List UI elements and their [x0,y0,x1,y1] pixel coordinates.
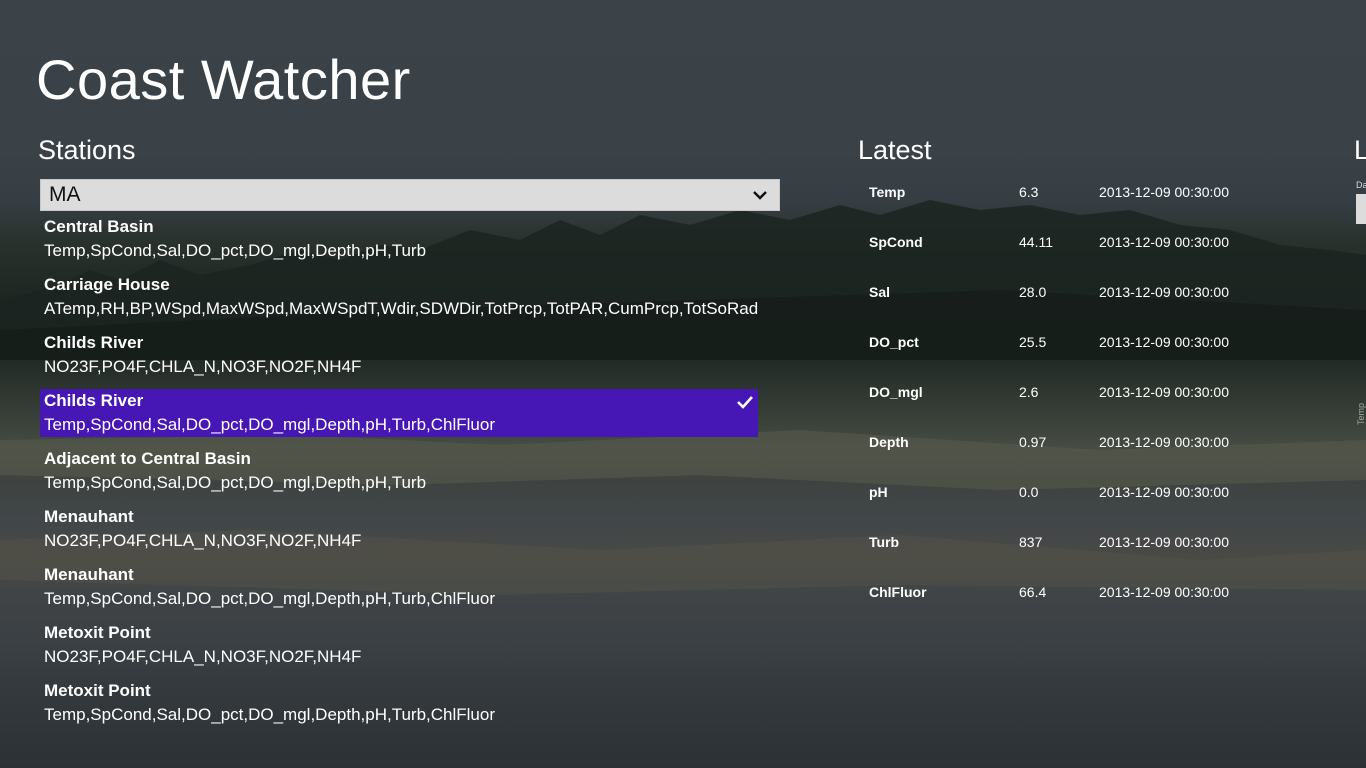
station-name: Carriage House [44,275,170,294]
param-timestamp: 2013-12-09 00:30:00 [1099,234,1229,250]
param-timestamp: 2013-12-09 00:30:00 [1099,534,1229,550]
station-name: Childs River [44,333,144,352]
param-timestamp: 2013-12-09 00:30:00 [1099,184,1229,200]
station-name: Menauhant [44,507,134,526]
param-timestamp: 2013-12-09 00:30:00 [1099,484,1229,500]
param-value: 0.97 [1019,434,1047,450]
offscreen-field-label: Da [1356,180,1366,190]
param-timestamp: 2013-12-09 00:30:00 [1099,434,1229,450]
offscreen-select[interactable] [1356,194,1366,224]
param-name: DO_mgl [869,384,923,400]
param-name: SpCond [869,234,923,250]
station-params: NO23F,PO4F,CHLA_N,NO3F,NO2F,NH4F [44,531,362,550]
latest-heading: Latest [858,135,932,165]
station-item-selected[interactable]: Childs River Temp,SpCond,Sal,DO_pct,DO_m… [40,389,758,437]
state-select-value: MA [49,183,81,206]
param-value: 66.4 [1019,584,1047,600]
station-item[interactable]: Menauhant NO23F,PO4F,CHLA_N,NO3F,NO2F,NH… [40,505,760,553]
param-value: 837 [1019,534,1043,550]
param-timestamp: 2013-12-09 00:30:00 [1099,284,1229,300]
latest-row[interactable]: Turb 837 2013-12-09 00:30:00 [869,528,1289,578]
station-item[interactable]: Metoxit Point NO23F,PO4F,CHLA_N,NO3F,NO2… [40,621,760,669]
latest-row[interactable]: Sal 28.0 2013-12-09 00:30:00 [869,278,1289,328]
stations-heading: Stations [38,135,136,165]
station-item[interactable]: Childs River NO23F,PO4F,CHLA_N,NO3F,NO2F… [40,331,760,379]
station-item[interactable]: Carriage House ATemp,RH,BP,WSpd,MaxWSpd,… [40,273,760,321]
latest-row[interactable]: DO_mgl 2.6 2013-12-09 00:30:00 [869,378,1289,428]
station-name: Menauhant [44,565,134,584]
station-params: NO23F,PO4F,CHLA_N,NO3F,NO2F,NH4F [44,647,362,666]
param-value: 0.0 [1019,484,1039,500]
station-params: Temp,SpCond,Sal,DO_pct,DO_mgl,Depth,pH,T… [44,415,495,434]
station-params: ATemp,RH,BP,WSpd,MaxWSpd,MaxWSpdT,Wdir,S… [44,299,759,318]
station-item[interactable]: Adjacent to Central Basin Temp,SpCond,Sa… [40,447,760,495]
station-name: Adjacent to Central Basin [44,449,251,468]
param-name: DO_pct [869,334,919,350]
param-name: Sal [869,284,891,300]
param-name: Turb [869,534,900,550]
station-item[interactable]: Metoxit Point Temp,SpCond,Sal,DO_pct,DO_… [40,679,760,727]
latest-row[interactable]: DO_pct 25.5 2013-12-09 00:30:00 [869,328,1289,378]
param-name: pH [869,484,888,500]
param-value: 6.3 [1019,184,1039,200]
state-select[interactable]: MA [40,179,780,211]
station-name: Childs River [44,391,144,410]
latest-row[interactable]: pH 0.0 2013-12-09 00:30:00 [869,478,1289,528]
station-name: Central Basin [44,217,154,236]
station-params: Temp,SpCond,Sal,DO_pct,DO_mgl,Depth,pH,T… [44,241,427,260]
station-list: Central Basin Temp,SpCond,Sal,DO_pct,DO_… [40,215,760,737]
offscreen-section-heading: L [1354,135,1366,165]
station-params: Temp,SpCond,Sal,DO_pct,DO_mgl,Depth,pH,T… [44,473,427,492]
param-value: 44.11 [1019,234,1053,250]
latest-row[interactable]: Temp 6.3 2013-12-09 00:30:00 [869,178,1289,228]
latest-row[interactable]: ChlFluor 66.4 2013-12-09 00:30:00 [869,578,1289,628]
station-name: Metoxit Point [44,681,151,700]
station-name: Metoxit Point [44,623,151,642]
param-timestamp: 2013-12-09 00:30:00 [1099,334,1229,350]
param-name: ChlFluor [869,584,927,600]
offscreen-axis-label: Temp [1356,402,1366,425]
app-title: Coast Watcher [36,48,411,111]
station-item[interactable]: Menauhant Temp,SpCond,Sal,DO_pct,DO_mgl,… [40,563,760,611]
param-name: Depth [869,434,909,450]
station-params: Temp,SpCond,Sal,DO_pct,DO_mgl,Depth,pH,T… [44,589,495,608]
param-timestamp: 2013-12-09 00:30:00 [1099,384,1229,400]
latest-row[interactable]: Depth 0.97 2013-12-09 00:30:00 [869,428,1289,478]
checkmark-icon [737,396,753,409]
param-value: 2.6 [1019,384,1039,400]
chevron-down-icon [753,191,767,200]
param-timestamp: 2013-12-09 00:30:00 [1099,584,1229,600]
station-item[interactable]: Central Basin Temp,SpCond,Sal,DO_pct,DO_… [40,215,760,263]
param-name: Temp [869,184,906,200]
latest-readings-table: Temp 6.3 2013-12-09 00:30:00 SpCond 44.1… [869,178,1289,628]
param-value: 25.5 [1019,334,1047,350]
latest-row[interactable]: SpCond 44.11 2013-12-09 00:30:00 [869,228,1289,278]
station-params: NO23F,PO4F,CHLA_N,NO3F,NO2F,NH4F [44,357,362,376]
param-value: 28.0 [1019,284,1047,300]
station-params: Temp,SpCond,Sal,DO_pct,DO_mgl,Depth,pH,T… [44,705,495,724]
